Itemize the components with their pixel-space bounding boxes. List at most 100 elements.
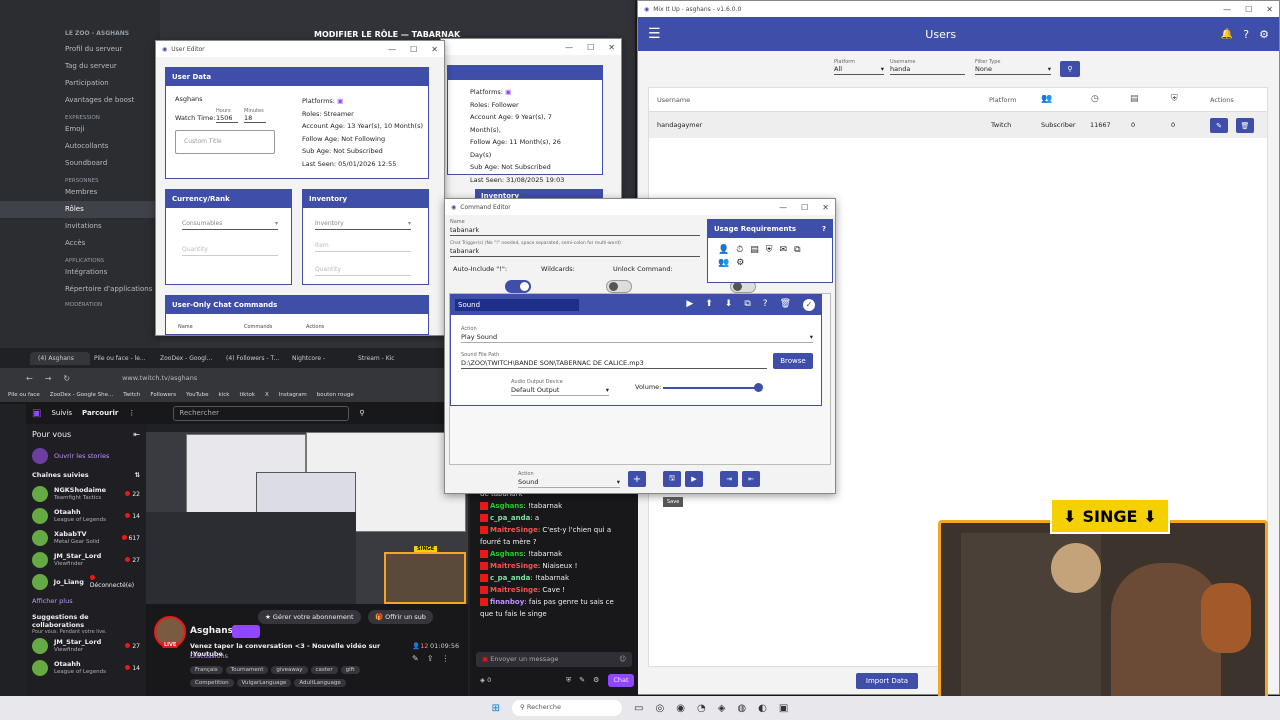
edit-button[interactable]: ✎ [1210, 118, 1228, 133]
taskbar-search[interactable]: ⚲ Recherche [512, 700, 623, 716]
tag[interactable]: giveaway [271, 666, 308, 674]
browse-button[interactable]: Browse [773, 353, 813, 369]
username-input[interactable]: handa [890, 65, 965, 75]
help-icon[interactable]: ? [1243, 28, 1249, 41]
twitch-logo-icon[interactable]: ▣ [32, 408, 41, 419]
sidebar-channel[interactable]: Jo_Liang Déconnecté(e) [26, 571, 146, 593]
chat-username[interactable]: MaitreSinge [490, 562, 538, 570]
window-controls[interactable]: — ☐ ✕ [565, 43, 615, 52]
gift-sub-button[interactable]: 🎁 Offrir un sub [368, 610, 433, 624]
help-icon[interactable]: ? [763, 299, 768, 311]
tag[interactable]: Tournament [225, 666, 269, 674]
import-button[interactable]: ⇤ [742, 471, 760, 487]
volume-slider-thumb[interactable] [754, 383, 763, 392]
test-button[interactable]: ▶ [685, 471, 703, 487]
chat-username[interactable]: finanboy [490, 598, 524, 606]
rank-icon[interactable]: ⛨ [766, 245, 773, 255]
discord-icon[interactable]: ◎ [656, 703, 665, 714]
bookmark-1[interactable]: Pile ou face [8, 392, 40, 398]
collapse-icon[interactable]: ⇤ [133, 430, 140, 439]
verified-badge[interactable] [232, 625, 260, 638]
app-icon[interactable]: ▣ [779, 703, 788, 714]
gear-icon[interactable]: ⚙ [1259, 28, 1269, 41]
hours-input[interactable]: 1506 [216, 114, 238, 123]
emote-icon[interactable]: ☺ [619, 655, 626, 663]
more-icon[interactable]: ⋮ [441, 654, 449, 663]
discord-item-app-directory[interactable]: Répertoire d'applications [0, 281, 160, 298]
bookmark-6[interactable]: kick [219, 392, 230, 398]
chat-username[interactable]: Asghans [490, 502, 523, 510]
tag[interactable]: AdultLanguage [294, 679, 346, 687]
name-input[interactable]: tabanark [450, 226, 700, 236]
consumables-select[interactable]: Consumables ▾ [182, 220, 278, 230]
sidebar-channel[interactable]: NGKShodaime Teamfight Tactics 22 [26, 483, 146, 505]
sidebar-channel[interactable]: Otaahh League of Legends 14 [26, 657, 146, 679]
chat-username[interactable]: c_pa_anda [490, 574, 530, 582]
window-controls[interactable]: — ☐ ✕ [779, 203, 829, 212]
chrome-icon[interactable]: ◔ [697, 703, 706, 714]
trash-icon[interactable]: 🗑 [780, 299, 791, 311]
tab-5[interactable]: Nightcore - [292, 355, 354, 362]
taskview-icon[interactable]: ▭ [634, 703, 643, 714]
tab-6[interactable]: Stream - Kic [358, 355, 420, 362]
tab-1[interactable]: (4) Asghans [30, 351, 90, 365]
chat-username[interactable]: MaitreSinge [490, 586, 538, 594]
quantity-input[interactable]: Quantity [182, 246, 278, 256]
tag[interactable]: VulgarLanguage [236, 679, 292, 687]
auto-include-toggle[interactable] [505, 280, 531, 293]
sidebar-channel[interactable]: JM_Star_Lord Viewfinder 27 [26, 635, 146, 657]
pen-icon[interactable]: ✎ [579, 676, 585, 685]
streamer-name[interactable]: Asghans [190, 626, 233, 636]
obs-icon[interactable]: ◉ [676, 703, 685, 714]
tab-3[interactable]: ZooDex - Googl... [160, 355, 222, 362]
help-icon[interactable]: ? [822, 225, 826, 233]
delete-button[interactable]: 🗑 [1236, 118, 1254, 133]
discord-item-roles[interactable]: Rôles [0, 201, 160, 218]
sidebar-channel[interactable]: XababTV Metal Gear Solid 617 [26, 527, 146, 549]
chat-username[interactable]: Asghans [490, 550, 523, 558]
bell-icon[interactable]: 🔔 [1221, 29, 1233, 40]
reload-icon[interactable]: ↻ [63, 374, 70, 383]
tab-4[interactable]: (4) Followers - T... [226, 355, 288, 362]
device-select[interactable]: Default Output ▾ [511, 386, 609, 396]
forward-icon[interactable]: → [45, 374, 52, 383]
bookmark-7[interactable]: tiktok [239, 392, 255, 398]
sort-icon[interactable]: ⇅ [135, 471, 140, 479]
manage-sub-button[interactable]: ★ Gérer votre abonnement [258, 610, 361, 624]
tag[interactable]: caster [310, 666, 338, 674]
mixitup-icon[interactable]: ◐ [758, 703, 767, 714]
firefox-icon[interactable]: ◍ [737, 703, 746, 714]
open-stories[interactable]: Ouvrir les stories [26, 445, 146, 467]
action-select[interactable]: Play Sound ▾ [461, 333, 813, 343]
add-action-button[interactable]: + [628, 471, 646, 487]
tag[interactable]: Competition [190, 679, 234, 687]
shield-icon[interactable]: ⛨ [566, 676, 571, 685]
minutes-input[interactable]: 18 [244, 114, 266, 123]
inventory-quantity-input[interactable]: Quantity [315, 266, 411, 276]
item-select[interactable]: Item [315, 242, 411, 252]
discord-item-access[interactable]: Accès [0, 235, 160, 252]
window-controls[interactable]: — ☐ ✕ [1223, 5, 1273, 14]
tag[interactable]: Français [190, 666, 223, 674]
user-role-icon[interactable]: 👤 [718, 245, 729, 255]
channel-points[interactable]: ◈ 0 [480, 676, 491, 684]
export-button[interactable]: ⇥ [720, 471, 738, 487]
move-up-icon[interactable]: ⬆ [705, 299, 713, 311]
chat-username[interactable]: c_pa_anda [490, 514, 530, 522]
sidebar-channel[interactable]: Otaahh League of Legends 14 [26, 505, 146, 527]
discord-item-stickers[interactable]: Autocollants [0, 138, 160, 155]
volume-slider[interactable] [663, 387, 759, 389]
discord-item-profile[interactable]: Profil du serveur [0, 41, 160, 58]
import-data-button[interactable]: Import Data [856, 673, 918, 689]
sidebar-channel[interactable]: JM_Star_Lord Viewfinder 27 [26, 549, 146, 571]
group-icon[interactable]: 👥 [718, 258, 729, 268]
show-more-link[interactable]: Afficher plus [26, 593, 146, 609]
nav-following[interactable]: Suivis [51, 409, 72, 417]
stream-category[interactable]: Discussions [190, 652, 228, 660]
discord-item-invites[interactable]: Invitations [0, 218, 160, 235]
copy-icon[interactable]: ⧉ [744, 299, 750, 311]
bookmark-3[interactable]: Twitch [123, 392, 140, 398]
back-icon[interactable]: ← [26, 374, 33, 383]
discord-item-boost[interactable]: Avantages de boost [0, 92, 160, 109]
save-button[interactable]: 🖫 [663, 471, 681, 487]
